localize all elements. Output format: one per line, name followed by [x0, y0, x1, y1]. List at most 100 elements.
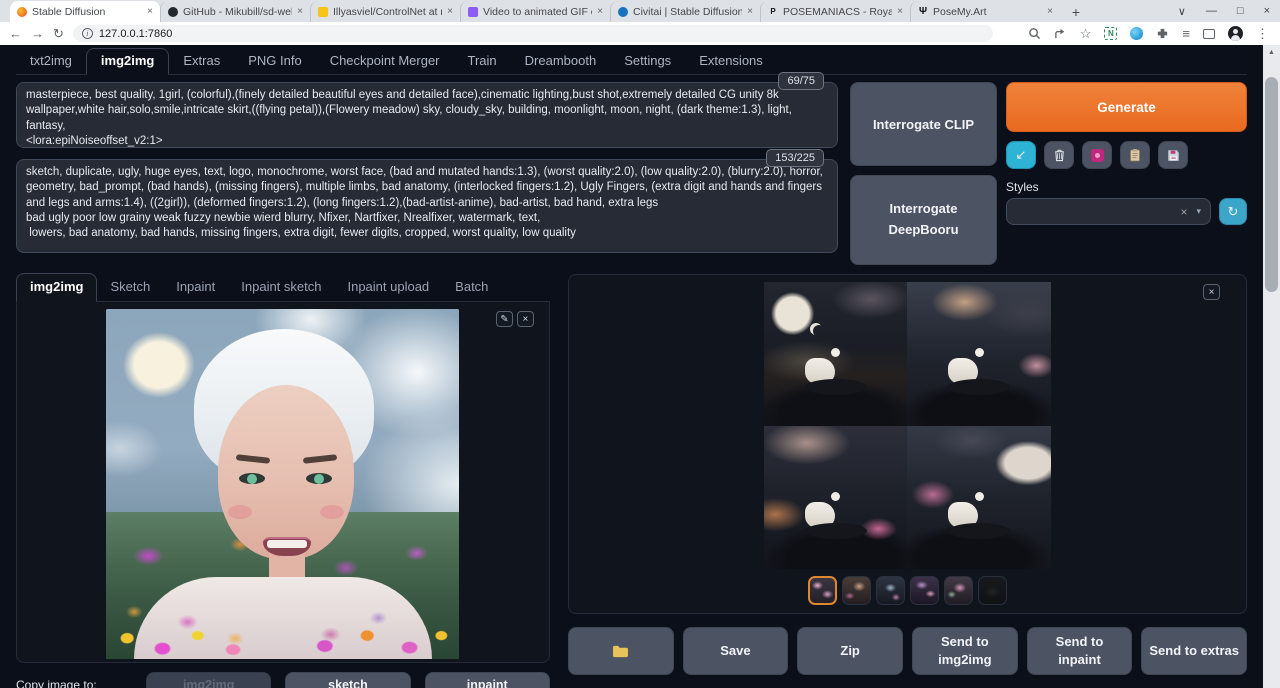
gallery-thumbnail-3[interactable]: [876, 576, 905, 605]
clear-prompt-button[interactable]: [1044, 141, 1074, 169]
selected-output-image[interactable]: [764, 282, 1051, 569]
bookmark-star-icon[interactable]: ☆: [1080, 27, 1092, 40]
tab-search-chevron-icon[interactable]: ∨: [1178, 5, 1186, 18]
scrollbar-up-arrow-icon[interactable]: ▲: [1263, 45, 1280, 59]
browser-tab-posemyart[interactable]: Ψ PoseMy.Art ×: [910, 1, 1060, 22]
apply-style-button[interactable]: [1120, 141, 1150, 169]
image-tool-buttons: ✎ ×: [496, 311, 534, 327]
prompt-input[interactable]: masterpiece, best quality, 1girl, (color…: [16, 82, 838, 148]
scrollbar-thumb[interactable]: [1265, 77, 1278, 292]
prompt-column: 69/75 masterpiece, best quality, 1girl, …: [16, 82, 838, 265]
tab-img2img[interactable]: img2img: [86, 48, 169, 75]
back-icon[interactable]: ←: [9, 27, 22, 40]
browser-menu-icon[interactable]: ⋮: [1256, 27, 1269, 40]
tab-png-info[interactable]: PNG Info: [234, 49, 315, 74]
page-scrollbar[interactable]: ▲: [1263, 45, 1280, 688]
tab-close-icon[interactable]: ×: [297, 6, 303, 17]
tab-dreambooth[interactable]: Dreambooth: [511, 49, 611, 74]
tab-settings[interactable]: Settings: [610, 49, 685, 74]
tab-close-icon[interactable]: ×: [597, 6, 603, 17]
tab-train[interactable]: Train: [454, 49, 511, 74]
interrogate-clip-button[interactable]: Interrogate CLIP: [850, 82, 997, 166]
url-field[interactable]: i 127.0.0.1:7860: [73, 25, 993, 42]
tab-title: Illyasviel/ControlNet at main: [333, 6, 442, 18]
copy-image-label: Copy image to:: [16, 678, 134, 688]
browser-tab-github[interactable]: GitHub - Mikubill/sd-webui-con ×: [160, 1, 310, 22]
tab-close-icon[interactable]: ×: [747, 6, 753, 17]
gallery-thumbnail-6[interactable]: [978, 576, 1007, 605]
styles-label: Styles: [1006, 180, 1247, 194]
remove-image-button[interactable]: ×: [517, 311, 534, 327]
subtab-sketch[interactable]: Sketch: [97, 274, 163, 301]
extension-n-icon[interactable]: N: [1104, 27, 1117, 40]
negative-prompt-input[interactable]: sketch, duplicate, ugly, huge eyes, text…: [16, 159, 838, 253]
gallery-thumbnail-5[interactable]: [944, 576, 973, 605]
profile-avatar[interactable]: [1228, 26, 1243, 41]
styles-row: × ▾ ↻: [1006, 198, 1247, 225]
send-to-img2img-button[interactable]: Send to img2img: [912, 627, 1018, 675]
subtab-batch[interactable]: Batch: [442, 274, 501, 301]
styles-dropdown[interactable]: × ▾: [1006, 198, 1211, 225]
gallery-action-buttons: Save Zip Send to img2img Send to inpaint…: [568, 627, 1247, 675]
browser-tab-stable-diffusion[interactable]: Stable Diffusion ×: [10, 1, 160, 22]
browser-tab-gif-converter[interactable]: Video to animated GIF converter ×: [460, 1, 610, 22]
open-output-folder-button[interactable]: [568, 627, 674, 675]
github-favicon-icon: [168, 7, 178, 17]
source-image-dropzone[interactable]: ✎ ×: [16, 302, 550, 663]
subtab-inpaint-sketch[interactable]: Inpaint sketch: [228, 274, 334, 301]
window-close-button[interactable]: ×: [1264, 5, 1270, 17]
split-window-icon[interactable]: [1203, 29, 1215, 39]
tab-close-icon[interactable]: ×: [897, 6, 903, 17]
subtab-inpaint-upload[interactable]: Inpaint upload: [334, 274, 442, 301]
tab-extensions[interactable]: Extensions: [685, 49, 777, 74]
generate-button[interactable]: Generate: [1006, 82, 1247, 132]
send-to-extras-button[interactable]: Send to extras: [1141, 627, 1247, 675]
tab-close-icon[interactable]: ×: [447, 6, 453, 17]
browser-tab-posemaniacs[interactable]: P POSEMANIACS - Royalty free 3 ×: [760, 1, 910, 22]
reading-list-icon[interactable]: ≡: [1182, 27, 1190, 40]
gallery-thumbnail-4[interactable]: [910, 576, 939, 605]
extension-blue-icon[interactable]: [1130, 27, 1143, 40]
tab-title: Civitai | Stable Diffusion model: [633, 6, 742, 18]
posemyart-favicon-icon: Ψ: [918, 7, 928, 17]
tab-extras[interactable]: Extras: [169, 49, 234, 74]
source-image[interactable]: [106, 309, 459, 659]
tab-txt2img[interactable]: txt2img: [16, 49, 86, 74]
save-button[interactable]: Save: [683, 627, 789, 675]
tab-close-icon[interactable]: ×: [147, 6, 153, 17]
reload-icon[interactable]: ↻: [53, 27, 64, 40]
site-info-icon[interactable]: i: [82, 28, 93, 39]
refresh-styles-button[interactable]: ↻: [1219, 198, 1247, 225]
window-minimize-button[interactable]: —: [1206, 5, 1217, 17]
output-image-quadrant-4: [907, 426, 1051, 570]
gallery-thumbnail-1[interactable]: [808, 576, 837, 605]
clear-styles-icon[interactable]: ×: [1180, 205, 1187, 219]
tab-checkpoint-merger[interactable]: Checkpoint Merger: [316, 49, 454, 74]
extensions-puzzle-icon[interactable]: [1156, 27, 1169, 40]
forward-icon[interactable]: →: [31, 27, 44, 40]
browser-tab-civitai[interactable]: Civitai | Stable Diffusion model ×: [610, 1, 760, 22]
copy-image-buttons: img2img sketch inpaint: [146, 672, 550, 688]
subtab-inpaint[interactable]: Inpaint: [163, 274, 228, 301]
img2img-source-panel: img2img Sketch Inpaint Inpaint sketch In…: [16, 274, 550, 688]
extra-networks-button[interactable]: [1082, 141, 1112, 169]
copy-to-inpaint-button[interactable]: inpaint: [425, 672, 550, 688]
gallery-thumbnail-2[interactable]: [842, 576, 871, 605]
edit-image-button[interactable]: ✎: [496, 311, 513, 327]
controlnet-favicon-icon: [318, 7, 328, 17]
window-maximize-button[interactable]: □: [1237, 5, 1244, 17]
save-style-button[interactable]: [1158, 141, 1188, 169]
interrogate-deepbooru-button[interactable]: Interrogate DeepBooru: [850, 175, 997, 265]
close-gallery-button[interactable]: ×: [1203, 284, 1220, 300]
zoom-icon[interactable]: [1028, 27, 1041, 40]
new-tab-button[interactable]: +: [1066, 2, 1086, 22]
tab-close-icon[interactable]: ×: [1047, 6, 1053, 17]
tab-title: Stable Diffusion: [32, 6, 142, 18]
share-icon[interactable]: [1054, 27, 1067, 40]
copy-to-sketch-button[interactable]: sketch: [285, 672, 410, 688]
subtab-img2img[interactable]: img2img: [16, 273, 97, 302]
browser-tab-controlnet[interactable]: Illyasviel/ControlNet at main ×: [310, 1, 460, 22]
send-to-inpaint-button[interactable]: Send to inpaint: [1027, 627, 1133, 675]
paste-generation-params-button[interactable]: ↙: [1006, 141, 1036, 169]
zip-button[interactable]: Zip: [797, 627, 903, 675]
